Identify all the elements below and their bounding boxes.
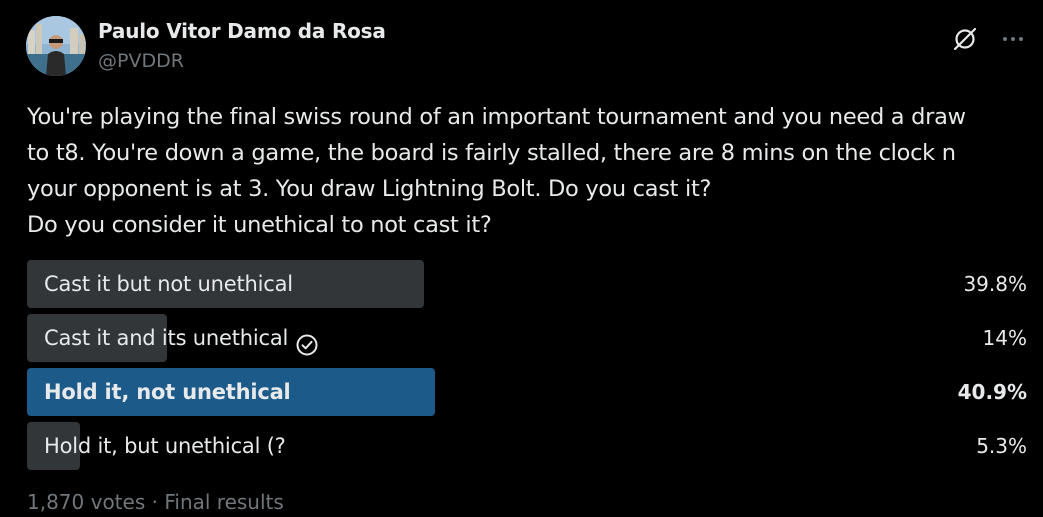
author-handle[interactable]: @PVDDR: [98, 50, 184, 72]
poll-option-label: Hold it, but unethical (?: [44, 434, 286, 458]
poll-option: Cast it and its unethical 14%: [27, 314, 1027, 362]
tweet-text-line: your opponent is at 3. You draw Lightnin…: [27, 176, 712, 202]
check-circle-icon: [295, 326, 319, 356]
poll-option: Cast it but not unethical 39.8%: [27, 260, 1027, 308]
poll-status: Final results: [164, 490, 284, 514]
tweet-text-line: You're playing the final swiss round of …: [27, 104, 966, 130]
poll-percent: 5.3%: [976, 434, 1027, 458]
poll-option: Hold it, not unethical 40.9%: [27, 368, 1027, 416]
poll-option: Hold it, but unethical (? 5.3%: [27, 422, 1027, 470]
poll-separator: ·: [151, 490, 158, 514]
tweet-text: You're playing the final swiss round of …: [27, 99, 1027, 243]
tweet-text-line: Do you consider it unethical to not cast…: [27, 212, 492, 238]
tweet: Paulo Vitor Damo da Rosa @PVDDR You're p…: [0, 0, 1043, 517]
more-icon[interactable]: [1000, 26, 1026, 52]
poll-option-label: Cast it but not unethical: [44, 272, 293, 296]
poll-percent: 39.8%: [963, 272, 1027, 296]
poll-percent: 14%: [982, 326, 1027, 350]
avatar-image: [26, 16, 86, 76]
author-name[interactable]: Paulo Vitor Damo da Rosa: [98, 19, 386, 43]
poll-footer: 1,870 votes · Final results: [27, 490, 284, 514]
poll-vote-count: 1,870 votes: [27, 490, 146, 514]
tweet-text-line: to t8. You're down a game, the board is …: [27, 140, 956, 166]
poll-option-label: Hold it, not unethical: [44, 380, 291, 404]
poll-option-label: Cast it and its unethical: [44, 326, 289, 350]
poll: Cast it but not unethical 39.8% Cast it …: [27, 260, 1027, 476]
grok-icon[interactable]: [952, 26, 978, 52]
avatar[interactable]: [26, 16, 86, 76]
poll-percent: 40.9%: [957, 380, 1027, 404]
